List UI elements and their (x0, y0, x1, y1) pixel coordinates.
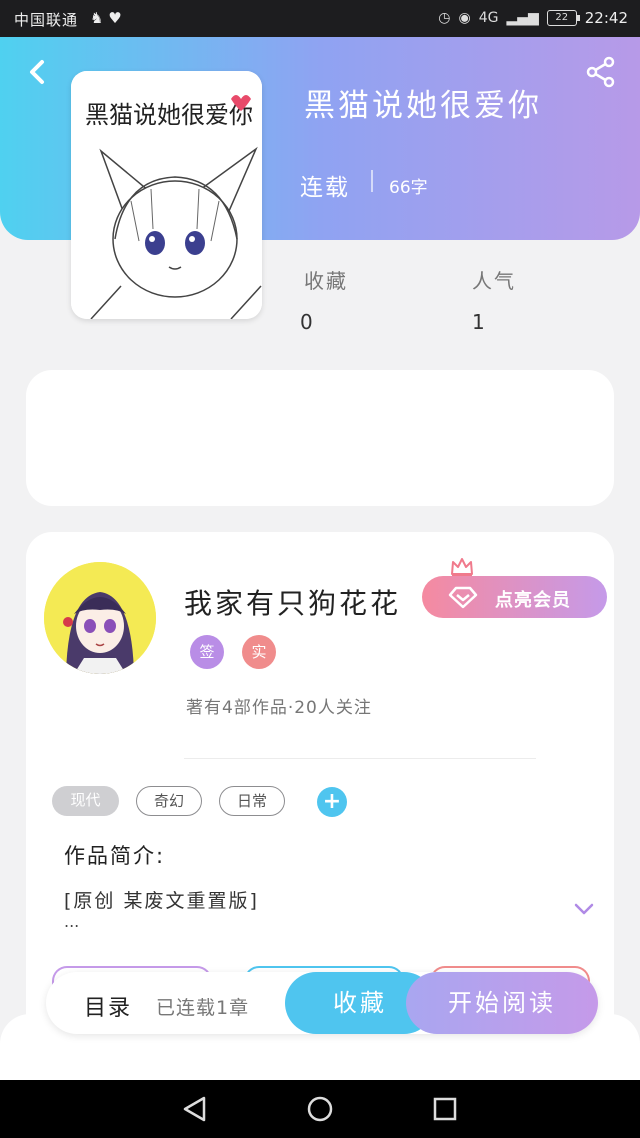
stat-label-collect: 收藏 (304, 269, 348, 293)
status-bar: 中国联通 ♞ ♥ ◷ ◉ 4G ▂▄▆ 22 22:42 (0, 0, 640, 37)
signal-icon: ▂▄▆ (506, 10, 539, 26)
intro-ellipsis: ... (64, 912, 80, 931)
stat-value-popularity: 1 (472, 310, 485, 334)
vip-button-label: 点亮会员 (495, 590, 571, 611)
status-divider (371, 170, 373, 192)
nav-home-icon[interactable] (305, 1094, 335, 1124)
book-status: 连载 (300, 175, 350, 201)
author-avatar[interactable] (44, 562, 156, 674)
activate-vip-button[interactable]: 点亮会员 (422, 576, 607, 618)
eye-icon: ◉ (458, 10, 471, 26)
intro-text: [原创 某废文重置版] (64, 890, 259, 912)
cover-title-text: 黑猫说她很爱你 (85, 101, 253, 129)
network-type: 4G (478, 10, 499, 26)
chevron-down-icon[interactable] (572, 900, 596, 918)
nav-back-icon[interactable] (180, 1094, 210, 1124)
book-word-count: 66字 (389, 178, 428, 198)
book-cover[interactable]: 黑猫说她很爱你 (71, 71, 262, 319)
plus-icon[interactable]: + (317, 787, 347, 817)
chapter-count: 已连载1章 (156, 997, 250, 1019)
crown-icon (451, 558, 473, 577)
back-icon[interactable] (22, 54, 52, 90)
carrier-name: 中国联通 (14, 11, 79, 29)
divider (184, 758, 536, 759)
notification-icons: ♞ ♥ (90, 9, 122, 27)
status-bar-right: ◷ ◉ 4G ▂▄▆ 22 22:42 (438, 9, 628, 27)
verified-badge: 实 (242, 635, 276, 669)
book-title: 黑猫说她很爱你 (304, 88, 542, 124)
tag-item[interactable]: 现代 (52, 786, 119, 816)
share-icon[interactable] (584, 54, 618, 90)
signed-badge: 签 (190, 635, 224, 669)
alarm-icon: ◷ (438, 10, 451, 26)
stat-value-collect: 0 (300, 310, 313, 334)
intro-title: 作品简介: (64, 844, 166, 868)
tag-item[interactable]: 日常 (219, 786, 285, 816)
start-reading-button[interactable]: 开始阅读 (406, 972, 598, 1034)
empty-card (26, 370, 614, 506)
author-meta: 著有4部作品·20人关注 (186, 698, 372, 718)
tag-item[interactable]: 奇幻 (136, 786, 202, 816)
avatar-illustration (44, 562, 156, 674)
nav-recents-icon[interactable] (430, 1094, 460, 1124)
system-nav-bar (0, 1080, 640, 1138)
diamond-icon (448, 586, 478, 609)
table-of-contents-button[interactable]: 目录 (84, 990, 132, 1022)
clock: 22:42 (584, 9, 628, 27)
stat-label-popularity: 人气 (472, 269, 516, 293)
battery-icon: 22 (546, 10, 580, 26)
cover-illustration: 黑猫说她很爱你 (71, 71, 262, 319)
author-name[interactable]: 我家有只狗花花 (184, 582, 401, 622)
